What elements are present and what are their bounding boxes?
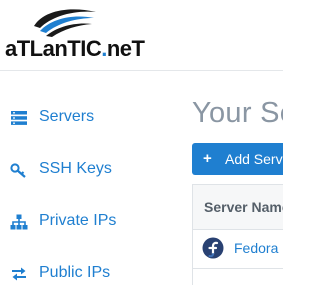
column-header-server-name[interactable]: Server Name [204,199,283,215]
atlantic-logo-icon[interactable] [30,4,100,40]
add-server-button-label: Add Server [225,151,283,167]
logo-text-tld: neT [106,36,145,61]
header: aTLanTIC.neT [0,0,283,71]
servers-table: Server Name Fedora [192,184,283,285]
sidebar-item-label: Public IPs [39,264,111,281]
swap-arrows-icon [12,267,26,281]
table-header: Server Name [193,185,283,230]
sidebar-item-public-ips[interactable]: Public IPs [0,254,178,285]
page-title: Your Servers [192,97,283,129]
plus-icon: + [203,150,212,167]
fedora-icon [202,237,224,259]
key-icon [10,163,26,178]
network-icon [10,214,28,230]
add-server-button[interactable]: + Add Server [192,143,283,175]
logo-text-main: aTLanTIC [5,36,102,61]
app-page: aTLanTIC.neT Servers SSH Keys Private IP… [0,0,283,285]
servers-icon [11,111,27,125]
table-row[interactable]: Fedora [193,230,283,269]
sidebar-item-label: SSH Keys [39,160,112,177]
sidebar-item-servers[interactable]: Servers [0,98,178,138]
atlantic-logo-text: aTLanTIC.neT [5,36,145,62]
sidebar-item-label: Servers [39,108,95,125]
sidebar-item-private-ips[interactable]: Private IPs [0,202,178,242]
sidebar-item-label: Private IPs [39,212,117,229]
main-content: Your Servers + Add Server Server Name Fe… [178,71,283,285]
server-name-link[interactable]: Fedora [234,240,278,256]
sidebar-item-ssh-keys[interactable]: SSH Keys [0,150,178,190]
sidebar: Servers SSH Keys Private IPs Public IPs [0,71,178,285]
